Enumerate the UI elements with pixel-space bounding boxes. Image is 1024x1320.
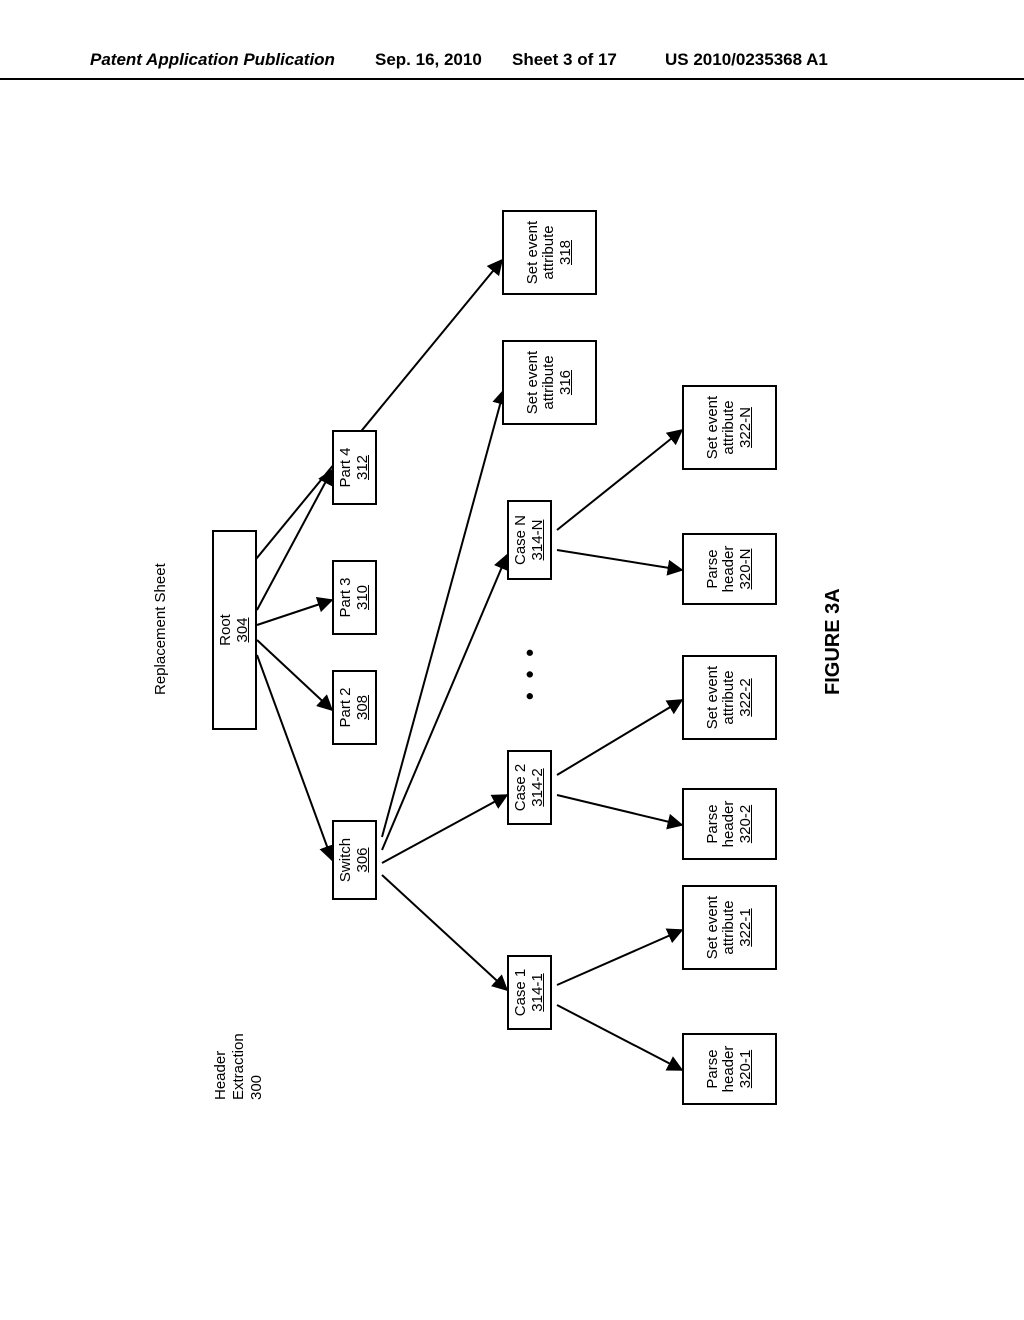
node-root-label: Root [217,614,234,646]
node-case1: Case 1 314-1 [507,955,552,1030]
node-setevent-2-label: Set event attribute [704,666,738,729]
node-root: Root 304 [212,530,257,730]
node-parseheader-N-ref: 320-N [738,537,755,601]
node-setevent-N-ref: 322-N [738,389,755,466]
node-setevent-1-label: Set event attribute [704,896,738,959]
node-caseN-label: Case N [512,515,529,565]
node-case1-label: Case 1 [512,969,529,1017]
node-part4-label: Part 4 [337,447,354,487]
header-publication: Patent Application Publication [90,50,335,70]
node-setevent-2: Set event attribute 322-2 [682,655,777,740]
node-setevent-1: Set event attribute 322-1 [682,885,777,970]
node-part3: Part 3 310 [332,560,377,635]
node-setevent-2-ref: 322-2 [738,659,755,736]
node-part4: Part 4 312 [332,430,377,505]
node-setevent-318-label: Set event attribute [524,221,558,284]
node-parseheader-1-label: Parse header [704,1046,738,1093]
node-part2-label: Part 2 [337,687,354,727]
node-parseheader-1: Parse header 320-1 [682,1033,777,1105]
replacement-sheet-label: Replacement Sheet [152,563,170,695]
header-pubno: US 2010/0235368 A1 [665,50,828,70]
node-setevent-318: Set event attribute 318 [502,210,597,295]
node-caseN: Case N 314-N [507,500,552,580]
header-extraction-label: Header Extraction 300 [212,1033,266,1100]
node-switch: Switch 306 [332,820,377,900]
node-case1-ref: 314-1 [530,959,547,1026]
header-divider [0,78,1024,80]
node-setevent-316: Set event attribute 316 [502,340,597,425]
node-part3-label: Part 3 [337,577,354,617]
node-switch-ref: 306 [355,824,372,896]
node-part2-ref: 308 [355,674,372,741]
node-parseheader-2: Parse header 320-2 [682,788,777,860]
node-caseN-ref: 314-N [530,504,547,576]
node-part2: Part 2 308 [332,670,377,745]
node-part4-ref: 312 [355,434,372,501]
node-parseheader-1-ref: 320-1 [738,1037,755,1101]
node-case2-ref: 314-2 [530,754,547,821]
node-setevent-316-ref: 316 [558,344,575,421]
node-parseheader-N-label: Parse header [704,546,738,593]
ellipsis-icon: ••• [517,635,543,700]
node-setevent-N: Set event attribute 322-N [682,385,777,470]
node-setevent-1-ref: 322-1 [738,889,755,966]
node-setevent-N-label: Set event attribute [704,396,738,459]
node-setevent-318-ref: 318 [558,214,575,291]
node-part3-ref: 310 [355,564,372,631]
figure-caption: FIGURE 3A [822,588,845,695]
node-switch-label: Switch [337,838,354,882]
node-case2: Case 2 314-2 [507,750,552,825]
node-root-ref: 304 [235,534,252,726]
header-date: Sep. 16, 2010 [375,50,482,70]
node-parseheader-2-ref: 320-2 [738,792,755,856]
node-case2-label: Case 2 [512,764,529,812]
node-setevent-316-label: Set event attribute [524,351,558,414]
header-sheet: Sheet 3 of 17 [512,50,617,70]
node-parseheader-2-label: Parse header [704,801,738,848]
node-parseheader-N: Parse header 320-N [682,533,777,605]
diagram-canvas: Replacement Sheet Header Extraction 300 … [142,135,882,1125]
